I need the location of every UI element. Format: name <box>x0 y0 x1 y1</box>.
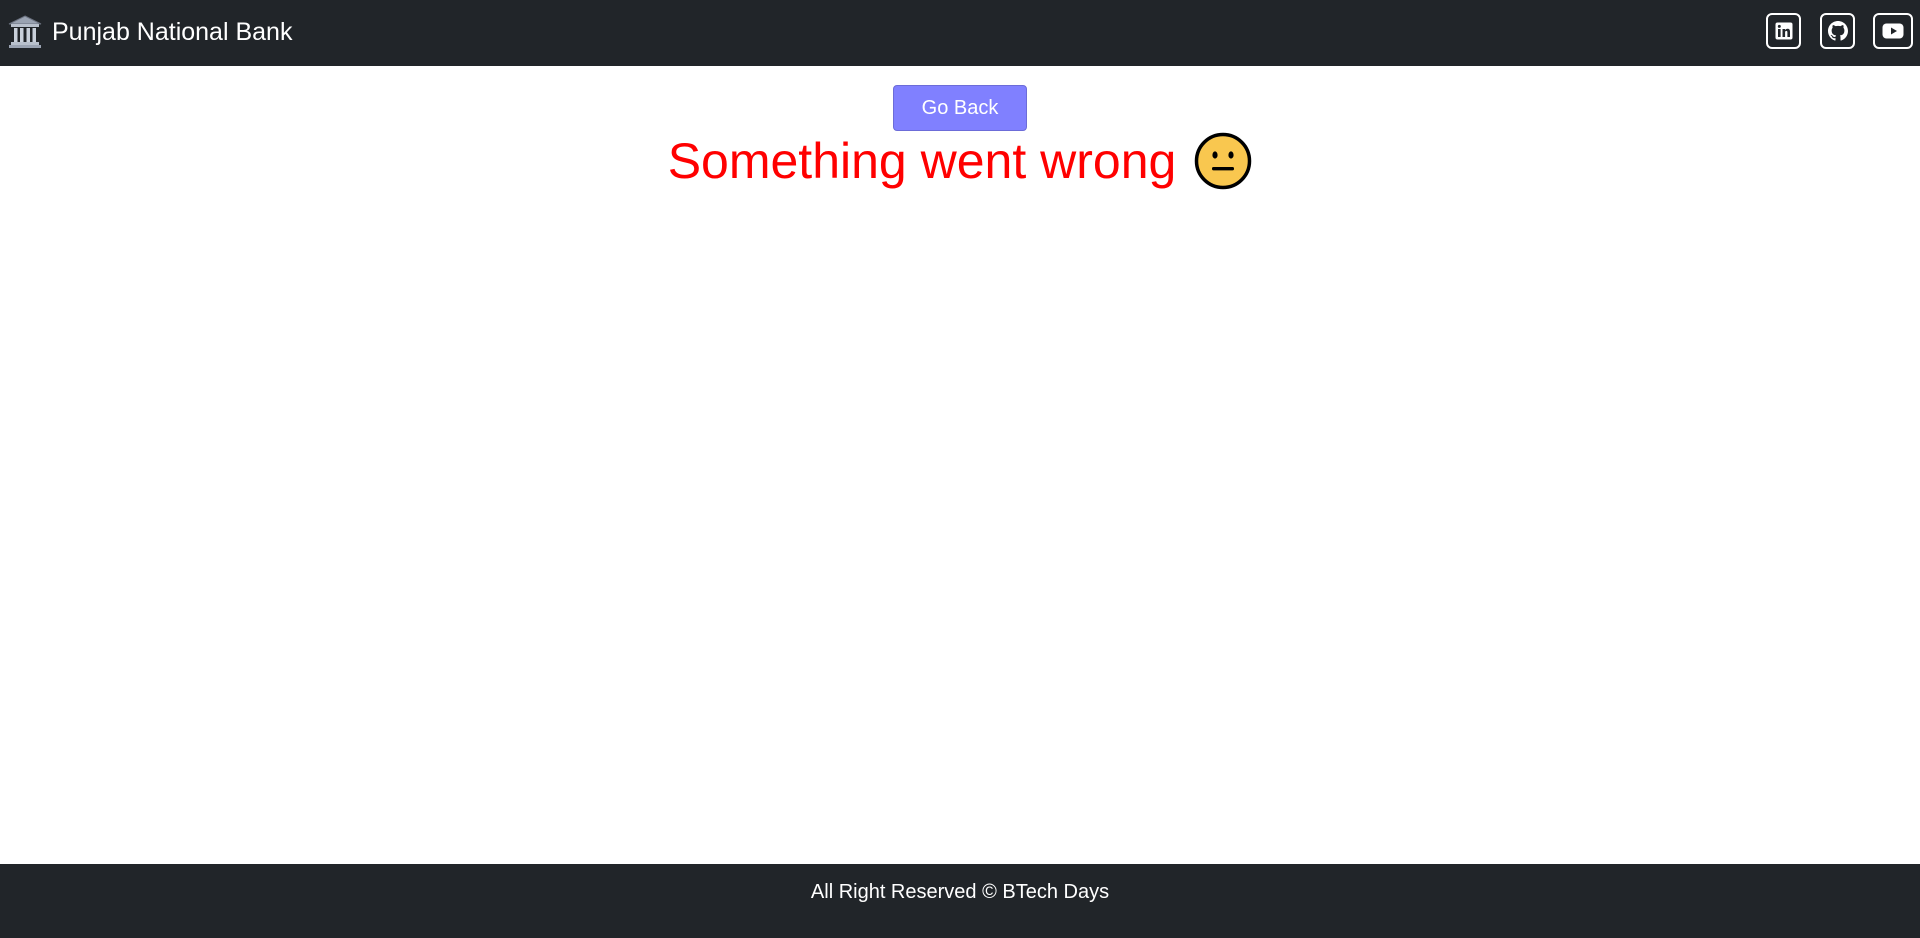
page: Punjab National Bank Go Back Something w… <box>0 0 1920 938</box>
footer-copyright: All Right Reserved © BTech Days <box>810 881 1110 903</box>
go-back-button[interactable]: Go Back <box>893 85 1027 131</box>
bank-building-icon <box>6 13 44 51</box>
neutral-face-icon <box>1194 132 1252 190</box>
error-message-row: Something went wrong <box>0 130 1920 192</box>
brand-name: Punjab National Bank <box>52 18 293 46</box>
brand-link[interactable]: Punjab National Bank <box>6 12 292 52</box>
github-icon <box>1827 21 1848 41</box>
github-link[interactable] <box>1820 13 1855 49</box>
footer: All Right Reserved © BTech Days <box>0 864 1920 938</box>
linkedin-icon <box>1775 22 1793 40</box>
linkedin-link[interactable] <box>1766 13 1801 49</box>
youtube-link[interactable] <box>1873 13 1913 49</box>
navbar: Punjab National Bank <box>0 0 1920 66</box>
youtube-icon <box>1882 23 1904 39</box>
error-message: Something went wrong <box>667 133 1177 189</box>
